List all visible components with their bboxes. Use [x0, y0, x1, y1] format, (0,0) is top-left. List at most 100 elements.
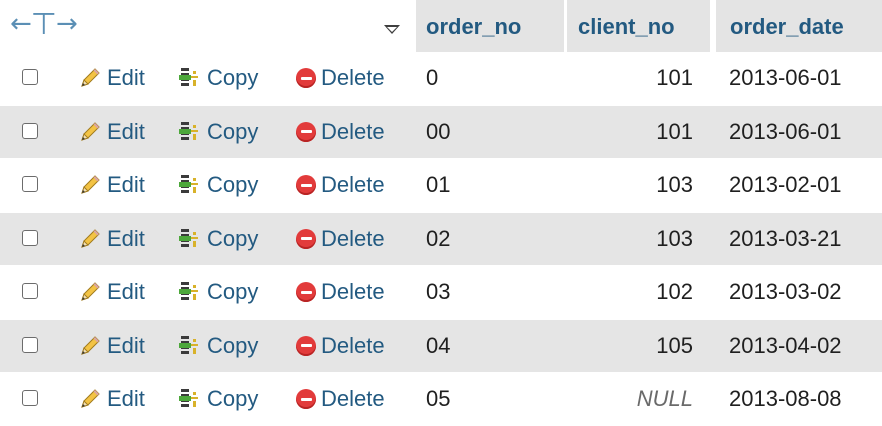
delete-icon [296, 121, 316, 142]
sort-dropdown-icon[interactable] [384, 25, 400, 34]
column-expand-arrows[interactable]: ← ⊤ → [10, 6, 78, 42]
cell-client-no[interactable]: 101 [567, 52, 693, 104]
actions-header: ← ⊤ → [0, 0, 413, 52]
delete-icon [296, 282, 316, 302]
cell-order-no[interactable]: 03 [426, 266, 450, 318]
table-row: Edit Copy Delete 0 101 2013-06-01 [0, 52, 882, 104]
table-header-row: ← ⊤ → order_no client_no order_date [0, 0, 882, 52]
delete-icon [296, 335, 316, 356]
cell-order-no[interactable]: 05 [426, 373, 450, 425]
copy-insert-icon [179, 335, 198, 354]
delete-label: Delete [321, 118, 385, 144]
copy-label: Copy [207, 386, 259, 411]
edit-link[interactable]: Edit [78, 52, 145, 104]
row-checkbox[interactable] [22, 69, 38, 85]
edit-link[interactable]: Edit [78, 159, 145, 211]
copy-link[interactable]: Copy [178, 213, 258, 265]
delete-label: Delete [321, 225, 385, 251]
copy-label: Copy [207, 332, 259, 358]
cell-client-no[interactable]: 103 [567, 213, 693, 265]
copy-link[interactable]: Copy [178, 52, 258, 104]
cell-order-date[interactable]: 2013-02-01 [729, 159, 842, 211]
table-row: Edit Copy Delete 05 NULL 2013-08-08 [0, 373, 882, 425]
edit-label: Edit [107, 386, 145, 411]
cell-order-date[interactable]: 2013-03-02 [729, 266, 842, 318]
cell-client-no[interactable]: 101 [567, 106, 693, 158]
delete-link[interactable]: Delete [296, 106, 385, 158]
row-checkbox[interactable] [22, 336, 38, 353]
copy-link[interactable]: Copy [178, 159, 258, 211]
cell-client-no[interactable]: NULL [567, 373, 693, 425]
copy-label: Copy [207, 118, 259, 144]
column-header-order-date[interactable]: order_date [716, 0, 882, 52]
copy-insert-icon [179, 228, 198, 247]
pencil-icon [81, 175, 100, 194]
copy-insert-icon [179, 389, 198, 407]
delete-label: Delete [321, 332, 385, 358]
cell-order-date[interactable]: 2013-04-02 [729, 320, 842, 372]
cell-order-no[interactable]: 01 [426, 159, 450, 211]
cell-client-no[interactable]: 103 [567, 159, 693, 211]
cell-order-no[interactable]: 02 [426, 213, 450, 265]
edit-label: Edit [107, 279, 145, 304]
edit-label: Edit [107, 332, 145, 358]
copy-label: Copy [207, 65, 259, 90]
delete-icon [296, 228, 316, 249]
pencil-icon [81, 68, 100, 87]
edit-link[interactable]: Edit [78, 106, 145, 158]
cell-client-no[interactable]: 105 [567, 320, 693, 372]
table-row: Edit Copy Delete 04 105 2013-04-02 [0, 319, 882, 372]
delete-label: Delete [321, 386, 385, 411]
delete-link[interactable]: Delete [296, 373, 385, 425]
row-checkbox[interactable] [22, 390, 38, 406]
table-row: Edit Copy Delete 01 103 2013-02-01 [0, 159, 882, 211]
column-header-order-no[interactable]: order_no [416, 0, 564, 52]
pencil-icon [81, 282, 100, 301]
copy-link[interactable]: Copy [178, 266, 258, 318]
pencil-icon [81, 335, 100, 355]
edit-label: Edit [107, 65, 145, 90]
delete-link[interactable]: Delete [296, 159, 385, 211]
pencil-icon [81, 389, 100, 408]
copy-link[interactable]: Copy [178, 106, 258, 158]
delete-link[interactable]: Delete [296, 320, 385, 372]
arrow-left-icon[interactable]: ← [10, 9, 32, 39]
cell-order-date[interactable]: 2013-08-08 [729, 373, 842, 425]
cell-client-no[interactable]: 102 [567, 266, 693, 318]
cell-order-date[interactable]: 2013-06-01 [729, 106, 842, 158]
copy-insert-icon [179, 175, 198, 193]
cell-order-no[interactable]: 00 [426, 106, 450, 158]
edit-label: Edit [107, 118, 145, 144]
row-checkbox[interactable] [22, 283, 38, 299]
row-checkbox[interactable] [22, 176, 38, 192]
delete-icon [296, 389, 316, 409]
column-header-client-no[interactable]: client_no [567, 0, 710, 52]
delete-icon [296, 175, 316, 195]
copy-insert-icon [179, 282, 198, 300]
cell-order-date[interactable]: 2013-06-01 [729, 52, 842, 104]
t-bar-icon: ⊤ [30, 6, 57, 42]
delete-icon [296, 68, 316, 88]
delete-link[interactable]: Delete [296, 266, 385, 318]
edit-link[interactable]: Edit [78, 320, 145, 372]
pencil-icon [81, 228, 100, 248]
delete-link[interactable]: Delete [296, 213, 385, 265]
cell-order-date[interactable]: 2013-03-21 [729, 213, 842, 265]
edit-label: Edit [107, 172, 145, 197]
row-checkbox[interactable] [22, 122, 38, 139]
edit-link[interactable]: Edit [78, 373, 145, 425]
delete-link[interactable]: Delete [296, 52, 385, 104]
edit-link[interactable]: Edit [78, 213, 145, 265]
cell-order-no[interactable]: 04 [426, 320, 450, 372]
arrow-right-icon[interactable]: → [56, 9, 78, 39]
edit-link[interactable]: Edit [78, 266, 145, 318]
row-checkbox[interactable] [22, 229, 38, 246]
copy-label: Copy [207, 225, 259, 251]
copy-label: Copy [207, 279, 259, 304]
copy-link[interactable]: Copy [178, 373, 258, 425]
table-row: Edit Copy Delete 02 103 2013-03-21 [0, 212, 882, 265]
copy-link[interactable]: Copy [178, 320, 258, 372]
cell-order-no[interactable]: 0 [426, 52, 438, 104]
delete-label: Delete [321, 65, 385, 90]
copy-insert-icon [179, 68, 198, 86]
